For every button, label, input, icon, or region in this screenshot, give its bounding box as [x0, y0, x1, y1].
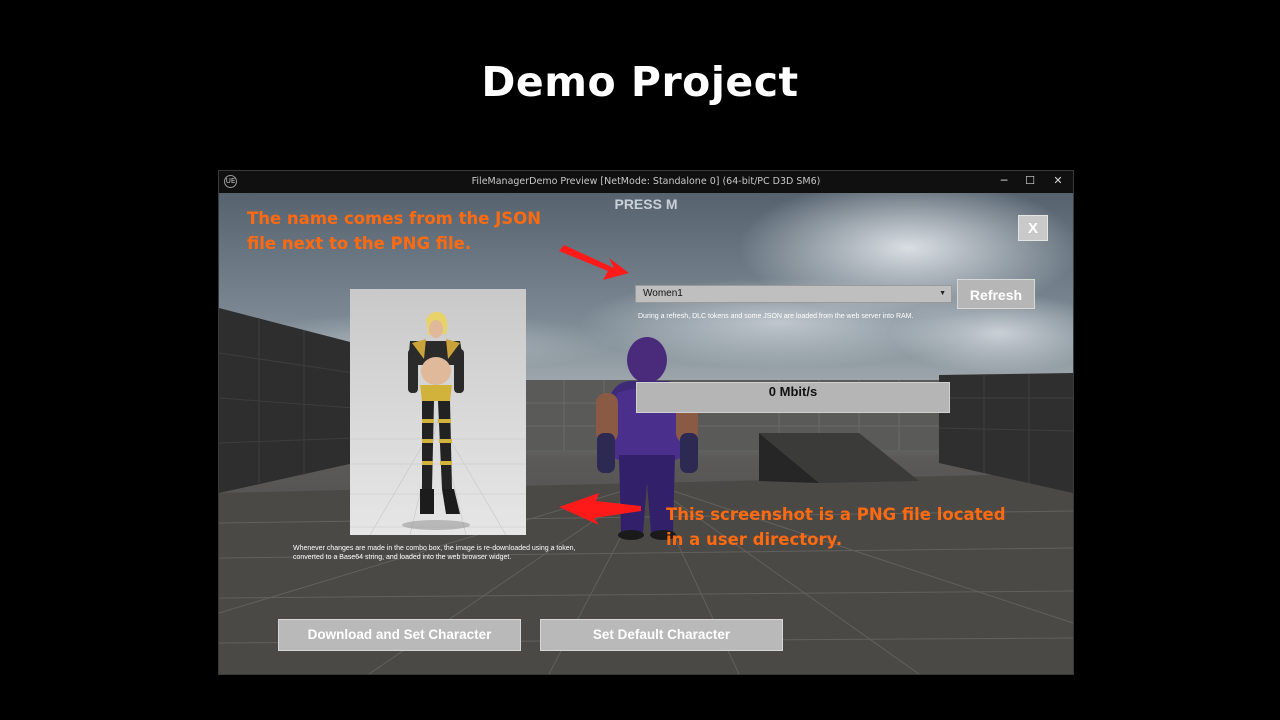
combo-selected-value: Women1 [643, 288, 683, 299]
game-viewport[interactable]: PRESS M The name comes from the JSON fil… [219, 193, 1073, 674]
character-preview-image [350, 289, 526, 535]
window-title: FileManagerDemo Preview [NetMode: Standa… [471, 176, 821, 187]
download-speed-bar: 0 Mbit/s [636, 382, 950, 413]
refresh-note: During a refresh, DLC tokens and some JS… [638, 313, 914, 320]
screenshot-source-annotation: This screenshot is a PNG file located in… [666, 505, 1006, 549]
window-titlebar[interactable]: UE FileManagerDemo Preview [NetMode: Sta… [219, 171, 1073, 193]
set-default-character-button[interactable]: Set Default Character [540, 619, 783, 651]
maximize-button[interactable]: ☐ [1017, 173, 1043, 189]
character-combo-box[interactable]: Women1 ▼ [635, 285, 952, 303]
close-hud-button[interactable]: X [1018, 215, 1048, 241]
refresh-button[interactable]: Refresh [957, 279, 1035, 309]
scene-background [219, 193, 1073, 674]
image-note: Whenever changes are made in the combo b… [293, 545, 576, 561]
slide-title: Demo Project [481, 58, 799, 106]
window-close-button[interactable]: ✕ [1045, 173, 1071, 189]
chevron-down-icon: ▼ [939, 290, 946, 297]
minimize-button[interactable]: ─ [991, 173, 1017, 189]
character-figure-icon [350, 311, 526, 535]
download-set-character-button[interactable]: Download and Set Character [278, 619, 521, 651]
name-source-annotation: The name comes from the JSON file next t… [247, 209, 542, 253]
game-window: UE FileManagerDemo Preview [NetMode: Sta… [218, 170, 1074, 675]
